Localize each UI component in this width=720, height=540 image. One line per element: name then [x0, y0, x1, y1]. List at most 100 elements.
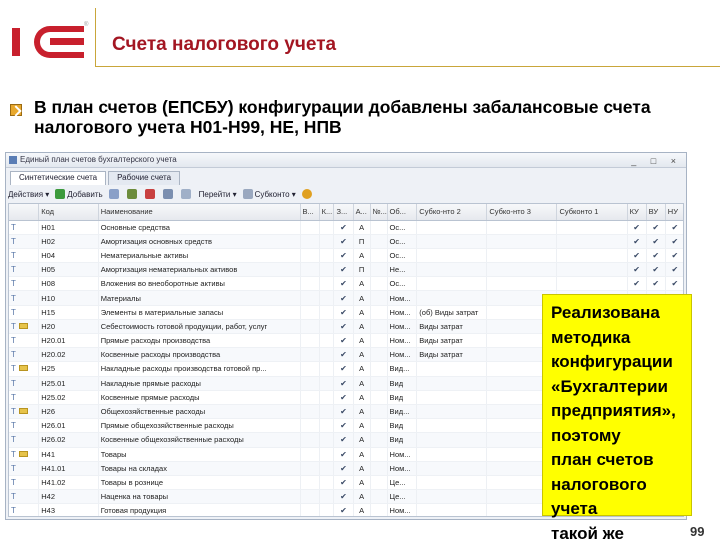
cell-empty: [319, 234, 335, 249]
cell-nu: ✔: [665, 262, 683, 278]
cell-nu: ✔: [665, 234, 683, 249]
cell-empty: [370, 276, 388, 292]
cell-empty: [319, 418, 335, 434]
cell-empty: [370, 333, 388, 349]
note-line: поэтому: [551, 425, 621, 445]
cell-ku: ✔: [627, 248, 647, 264]
cell-empty: [486, 248, 558, 264]
cell-name: Товары: [98, 447, 301, 462]
column-header[interactable]: [9, 204, 40, 221]
cell-empty: [486, 220, 558, 235]
account-type-icon: Т: [9, 262, 40, 278]
window-app-icon: [9, 156, 17, 164]
column-header[interactable]: №...: [370, 204, 388, 221]
cell-empty: [300, 404, 320, 420]
add-icon: [55, 189, 66, 199]
folder-icon: [18, 408, 28, 415]
account-type-icon: Т: [9, 305, 40, 320]
column-header[interactable]: КУ: [627, 204, 647, 221]
cell-code: Н25.02: [38, 390, 99, 405]
cell-name: Основные средства: [98, 220, 301, 235]
copy-button[interactable]: [108, 189, 121, 199]
cell-obj: Ос...: [387, 276, 418, 292]
column-header[interactable]: З...: [333, 204, 354, 221]
cell-s2: [416, 248, 488, 264]
cell-s2: [416, 220, 488, 235]
account-type-icon: Т: [9, 376, 40, 391]
cell-obj: Ном...: [387, 305, 418, 320]
cell-empty: [300, 376, 320, 391]
filter-clear-button[interactable]: [180, 189, 193, 199]
window-controls[interactable]: _ □ ×: [631, 154, 682, 168]
cell-vu: ✔: [646, 220, 666, 235]
cell-empty: [300, 305, 320, 320]
account-type-icon: Т: [9, 418, 40, 434]
table-row[interactable]: Т Н05 Амортизация нематериальных активов ✔ П…: [9, 262, 683, 278]
cell-obj: Вид: [387, 432, 418, 448]
account-type-icon: Т: [9, 361, 40, 377]
header-horizontal-divider: [95, 66, 720, 67]
cell-obj: Ос...: [387, 248, 418, 264]
subconto-button[interactable]: Субконто ▾: [242, 189, 296, 199]
cell-code: Н01: [38, 220, 99, 235]
note-line: методика: [551, 327, 631, 347]
tab-0[interactable]: Синтетические счета: [10, 171, 107, 185]
column-header[interactable]: К...: [319, 204, 335, 221]
tab-bar: Синтетические счета Рабочие счета: [10, 171, 182, 185]
cell-s2: Виды затрат: [416, 333, 488, 349]
filter-button[interactable]: [162, 189, 175, 199]
column-header[interactable]: ВУ: [646, 204, 666, 221]
table-row[interactable]: Т Н04 Нематериальные активы ✔ А Ос... ✔ ✔ ✔: [9, 248, 683, 264]
cell-a: А: [353, 220, 371, 235]
tab-1[interactable]: Рабочие счета: [108, 171, 181, 185]
delete-button[interactable]: [144, 189, 157, 199]
cell-ku: ✔: [627, 276, 647, 292]
cell-code: Н42: [38, 489, 99, 505]
column-header[interactable]: Субко-нто 3: [486, 204, 558, 221]
column-header[interactable]: В...: [300, 204, 320, 221]
cell-empty: [370, 361, 388, 377]
cell-a: А: [353, 404, 371, 420]
column-header[interactable]: Код: [38, 204, 99, 221]
column-header[interactable]: Наименование: [98, 204, 301, 221]
table-row[interactable]: Т Н02 Амортизация основных средств ✔ П Ос... ✔…: [9, 234, 683, 249]
window-title-bar: Единый план счетов бухгалтерского учета …: [6, 153, 686, 168]
account-type-icon: Т: [9, 390, 40, 405]
table-row[interactable]: Т Н01 Основные средства ✔ А Ос... ✔ ✔ ✔: [9, 220, 683, 235]
logo-1c-icon: ®: [12, 21, 89, 58]
cell-empty: [300, 333, 320, 349]
cell-z: ✔: [333, 220, 354, 235]
account-type-icon: Т: [9, 248, 40, 264]
cell-empty: [556, 262, 628, 278]
table-row[interactable]: Т Н08 Вложения во внеоборотные активы ✔ А Ос.…: [9, 276, 683, 292]
cell-z: ✔: [333, 234, 354, 249]
note-line: налогового учета: [551, 474, 647, 519]
help-icon: [301, 189, 312, 199]
goto-menu-button[interactable]: Перейти ▾: [199, 190, 237, 199]
help-button[interactable]: [301, 189, 314, 199]
cell-empty: [319, 404, 335, 420]
cell-z: ✔: [333, 432, 354, 448]
cell-name: Готовая продукция: [98, 503, 301, 516]
note-line: конфигурации: [551, 352, 673, 371]
cell-code: Н26: [38, 404, 99, 420]
add-button[interactable]: Добавить: [55, 189, 103, 199]
column-header[interactable]: Об...: [387, 204, 418, 221]
edit-button[interactable]: [126, 189, 139, 199]
cell-s2: (об) Виды затрат: [416, 305, 488, 320]
note-line: Реализована: [551, 303, 660, 322]
column-header[interactable]: А...: [353, 204, 371, 221]
column-header[interactable]: Субконто 1: [556, 204, 628, 221]
actions-menu-button[interactable]: Действия ▾: [8, 190, 49, 199]
cell-empty: [370, 461, 388, 476]
column-header[interactable]: НУ: [665, 204, 683, 221]
logo-1c: ®: [10, 18, 90, 62]
column-header[interactable]: Субко-нто 2: [416, 204, 488, 221]
cell-empty: [300, 248, 320, 264]
account-type-icon: Т: [9, 319, 40, 335]
account-type-icon: Т: [9, 333, 40, 349]
cell-a: А: [353, 376, 371, 391]
cell-z: ✔: [333, 418, 354, 434]
account-type-icon: Т: [9, 475, 40, 491]
delete-icon: [144, 189, 155, 199]
